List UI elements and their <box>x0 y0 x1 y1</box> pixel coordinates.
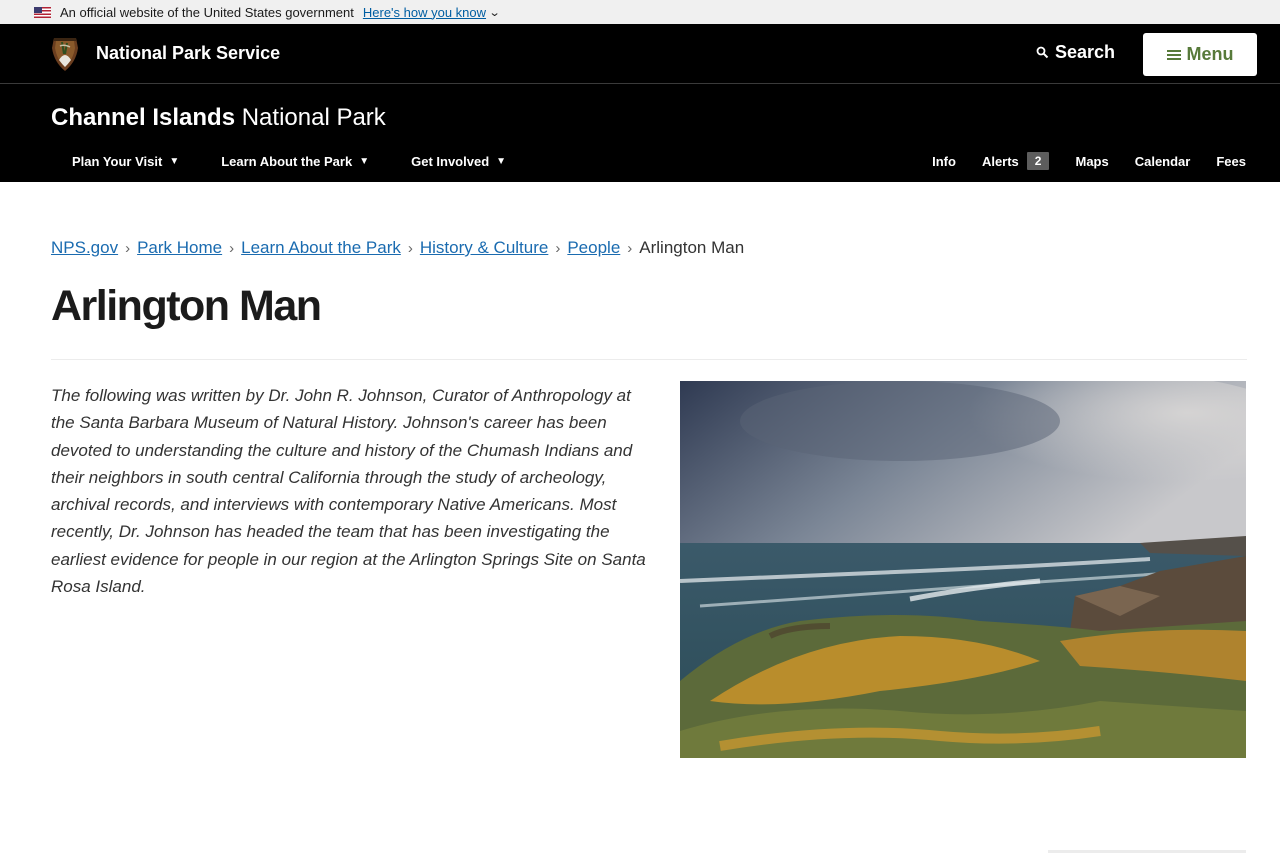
nav-get-involved[interactable]: Get Involved ▼ <box>411 154 506 169</box>
us-flag-icon <box>34 6 51 18</box>
maps-link[interactable]: Maps <box>1075 154 1108 169</box>
breadcrumb-separator: › <box>407 239 413 257</box>
park-name[interactable]: Channel Islands National Park <box>51 104 386 132</box>
search-label: Search <box>1055 42 1116 62</box>
breadcrumb-separator: › <box>555 239 561 257</box>
breadcrumb-separator: › <box>627 239 633 257</box>
breadcrumb-link-history-culture[interactable]: History & Culture <box>420 238 548 258</box>
caret-down-icon: ▼ <box>496 156 507 167</box>
search-button[interactable]: Search <box>1036 42 1115 63</box>
nav-learn-about-the-park[interactable]: Learn About the Park ▼ <box>221 154 369 169</box>
divider <box>51 359 1247 360</box>
arrowhead-logo-icon[interactable] <box>50 36 80 72</box>
breadcrumb-link-learn-about-the-park[interactable]: Learn About the Park <box>241 238 401 258</box>
alerts-count-badge: 2 <box>1026 152 1050 170</box>
menu-button[interactable]: Menu <box>1143 33 1257 76</box>
nav-item-label: Plan Your Visit <box>72 154 163 169</box>
breadcrumb-link-people[interactable]: People <box>567 238 620 258</box>
gov-banner-text: An official website of the United States… <box>60 4 354 20</box>
caret-down-icon: ▼ <box>169 156 180 167</box>
nps-header: National Park Service Search Menu <box>0 24 1280 84</box>
coastal-cliff-image <box>680 381 1246 758</box>
breadcrumb-separator: › <box>229 239 235 257</box>
caret-down-icon: ▼ <box>359 156 370 167</box>
nav-plan-your-visit[interactable]: Plan Your Visit ▼ <box>72 154 179 169</box>
how-you-know-link[interactable]: Here's how you know <box>363 5 486 20</box>
fees-link[interactable]: Fees <box>1216 154 1246 169</box>
search-icon <box>1036 46 1049 59</box>
calendar-link[interactable]: Calendar <box>1135 154 1191 169</box>
breadcrumb-separator: › <box>125 239 131 257</box>
gov-banner: An official website of the United States… <box>0 0 1280 24</box>
info-link[interactable]: Info <box>932 154 956 169</box>
hamburger-icon <box>1166 49 1181 60</box>
breadcrumb: NPS.gov › Park Home › Learn About the Pa… <box>51 238 744 258</box>
chevron-down-icon[interactable]: ⌄ <box>489 6 501 19</box>
park-nav: Plan Your Visit ▼ Learn About the Park ▼… <box>72 154 548 169</box>
breadcrumb-current: Arlington Man <box>639 238 745 257</box>
alerts-link[interactable]: Alerts 2 <box>982 152 1050 170</box>
nav-item-label: Learn About the Park <box>221 154 353 169</box>
page-title: Arlington Man <box>51 282 322 330</box>
park-name-light: National Park <box>241 104 386 131</box>
breadcrumb-link-nps[interactable]: NPS.gov <box>51 238 118 258</box>
intro-paragraph: The following was written by Dr. John R.… <box>51 386 646 597</box>
site-title[interactable]: National Park Service <box>96 43 280 64</box>
menu-label: Menu <box>1186 44 1234 64</box>
park-name-bold: Channel Islands <box>51 104 236 131</box>
alerts-label: Alerts <box>981 153 1019 169</box>
breadcrumb-link-park-home[interactable]: Park Home <box>137 238 222 258</box>
nav-item-label: Get Involved <box>411 154 490 169</box>
park-quick-links: Info Alerts 2 Maps Calendar Fees <box>906 152 1246 170</box>
park-bar: Channel Islands National Park Plan Your … <box>0 84 1280 182</box>
coastal-cliff-photo <box>680 381 1246 758</box>
